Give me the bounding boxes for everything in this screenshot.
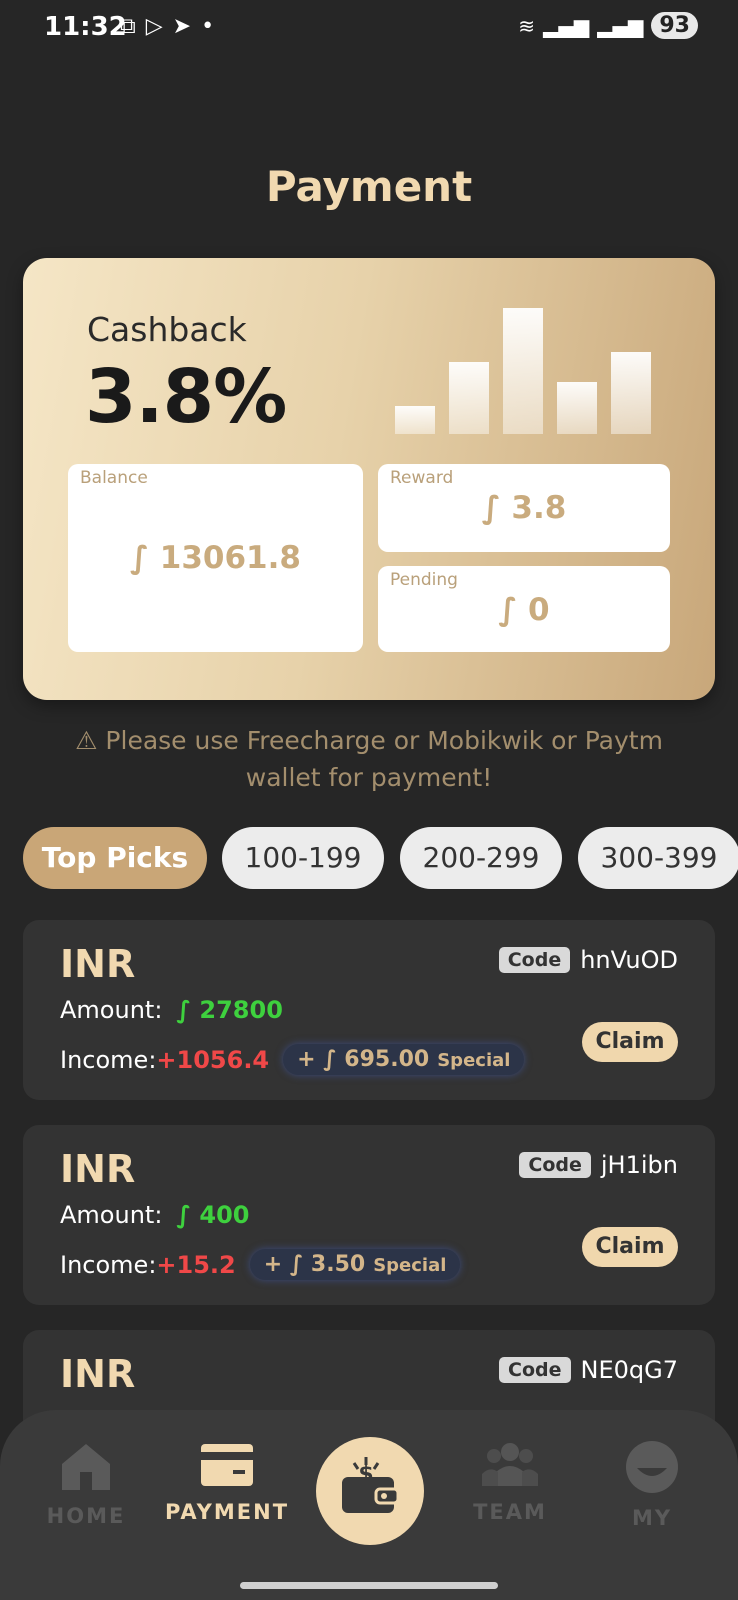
nav-home-label: HOME <box>46 1504 126 1528</box>
offer-card: INR Code jH1ibn Amount: ∫ 400 Income: +15.… <box>23 1125 715 1305</box>
bar-2 <box>449 362 489 434</box>
balance-value: ∫ 13061.8 <box>130 540 301 576</box>
bonus-value: + ∫ 695.00 <box>297 1047 430 1072</box>
offer-code: Code jH1ibn <box>519 1151 678 1179</box>
bar-4 <box>557 382 597 434</box>
dot-icon: • <box>201 14 215 39</box>
offer-code: Code NE0qG7 <box>499 1356 678 1384</box>
offer-currency: INR <box>60 942 136 986</box>
reward-label: Reward <box>390 468 454 488</box>
code-badge: Code <box>519 1152 591 1178</box>
bottom-nav: HOME PAYMENT $ TEAM MY <box>0 1410 738 1600</box>
tab-100-199[interactable]: 100-199 <box>222 827 384 889</box>
amount-value: ∫ 400 <box>176 1201 250 1229</box>
battery-indicator: 93 <box>651 12 698 39</box>
team-icon <box>482 1443 538 1486</box>
nav-payment-label: PAYMENT <box>164 1500 290 1524</box>
status-system-icons: ≋ ▂▄▆ ▂▄▆ 93 <box>518 12 698 39</box>
bonus-badge: + ∫ 695.00 Special <box>283 1044 525 1075</box>
svg-text:$: $ <box>358 1462 373 1487</box>
offer-currency: INR <box>60 1352 136 1396</box>
code-badge: Code <box>498 947 571 973</box>
offer-income: Income: +15.2 + ∫ 3.50 Special <box>60 1249 461 1280</box>
play-store-icon: ▷ <box>145 14 163 39</box>
offer-code: Code hnVuOD <box>498 946 678 974</box>
wallet-action-button[interactable]: $ <box>316 1437 424 1545</box>
cashback-label: Cashback <box>87 310 247 349</box>
home-icon <box>62 1444 110 1490</box>
wallet-icon: $ <box>342 1457 400 1513</box>
balance-box: Balance ∫ 13061.8 <box>68 464 363 652</box>
amount-label: Amount: <box>60 996 163 1024</box>
code-badge: Code <box>499 1357 571 1383</box>
nav-payment[interactable]: PAYMENT <box>157 1440 297 1524</box>
page-title: Payment <box>265 162 473 211</box>
amount-value: ∫ 27800 <box>176 996 283 1024</box>
income-label: Income: <box>60 1250 157 1279</box>
wallet-notice: ⚠ Please use Freecharge or Mobikwik or P… <box>75 726 663 792</box>
status-notification-icons: ⧉ ▷ ➤ • <box>120 14 214 40</box>
offer-card: INR Code hnVuOD Amount: ∫ 27800 Income: +1… <box>23 920 715 1100</box>
signal-icon-2: ▂▄▆ <box>597 13 644 38</box>
bonus-tag: Special <box>437 1050 511 1071</box>
pending-label: Pending <box>390 570 458 590</box>
code-value: jH1ibn <box>600 1151 678 1179</box>
bar-chart-graphic <box>395 308 675 434</box>
nav-team[interactable]: TEAM <box>440 1440 580 1524</box>
screenshot-icon: ⧉ <box>120 14 136 39</box>
tab-200-299[interactable]: 200-299 <box>400 827 562 889</box>
offer-currency: INR <box>60 1147 136 1191</box>
code-value: hnVuOD <box>580 946 678 974</box>
tab-300-399[interactable]: 300-399 <box>578 827 738 889</box>
home-indicator[interactable] <box>240 1582 498 1589</box>
amount-label: Amount: <box>60 1201 163 1229</box>
pending-box: Pending ∫ 0 <box>378 566 670 652</box>
code-value: NE0qG7 <box>580 1356 679 1384</box>
bar-1 <box>395 406 435 434</box>
offer-amount: Amount: ∫ 27800 <box>60 996 283 1024</box>
bar-5 <box>611 352 651 434</box>
bonus-tag: Special <box>373 1255 447 1276</box>
cashback-value: 3.8% <box>85 354 287 440</box>
reward-box: Reward ∫ 3.8 <box>378 464 670 552</box>
offer-income: Income: +1056.4 + ∫ 695.00 Special <box>60 1044 525 1075</box>
income-value: +15.2 <box>156 1250 236 1279</box>
nav-team-label: TEAM <box>473 1500 547 1524</box>
tab-top-picks[interactable]: Top Picks <box>23 827 207 889</box>
nav-my-label: MY <box>631 1506 673 1530</box>
nav-home[interactable]: HOME <box>16 1440 156 1528</box>
bonus-value: + ∫ 3.50 <box>263 1252 366 1277</box>
income-value: +1056.4 <box>156 1045 270 1074</box>
cashback-card: Cashback 3.8% Balance ∫ 13061.8 Reward ∫… <box>23 258 715 700</box>
claim-button[interactable]: Claim <box>582 1022 678 1062</box>
balance-label: Balance <box>80 468 148 488</box>
pending-value: ∫ 0 <box>498 592 550 628</box>
signal-icon: ▂▄▆ <box>543 13 590 38</box>
claim-button[interactable]: Claim <box>582 1227 678 1267</box>
profile-icon <box>626 1441 678 1493</box>
offer-amount: Amount: ∫ 400 <box>60 1201 250 1229</box>
nav-my[interactable]: MY <box>582 1440 722 1530</box>
amount-range-tabs: Top Picks 100-199 200-299 300-399 <box>23 827 738 889</box>
income-label: Income: <box>60 1045 157 1074</box>
bonus-badge: + ∫ 3.50 Special <box>249 1249 461 1280</box>
status-bar: 11:32 ⧉ ▷ ➤ • ≋ ▂▄▆ ▂▄▆ 93 <box>0 0 738 56</box>
reward-value: ∫ 3.8 <box>481 490 567 526</box>
telegram-icon: ➤ <box>172 14 192 39</box>
wifi-icon: ≋ <box>518 13 536 38</box>
status-time: 11:32 <box>44 12 127 42</box>
card-icon <box>201 1444 253 1486</box>
bar-3 <box>503 308 543 434</box>
